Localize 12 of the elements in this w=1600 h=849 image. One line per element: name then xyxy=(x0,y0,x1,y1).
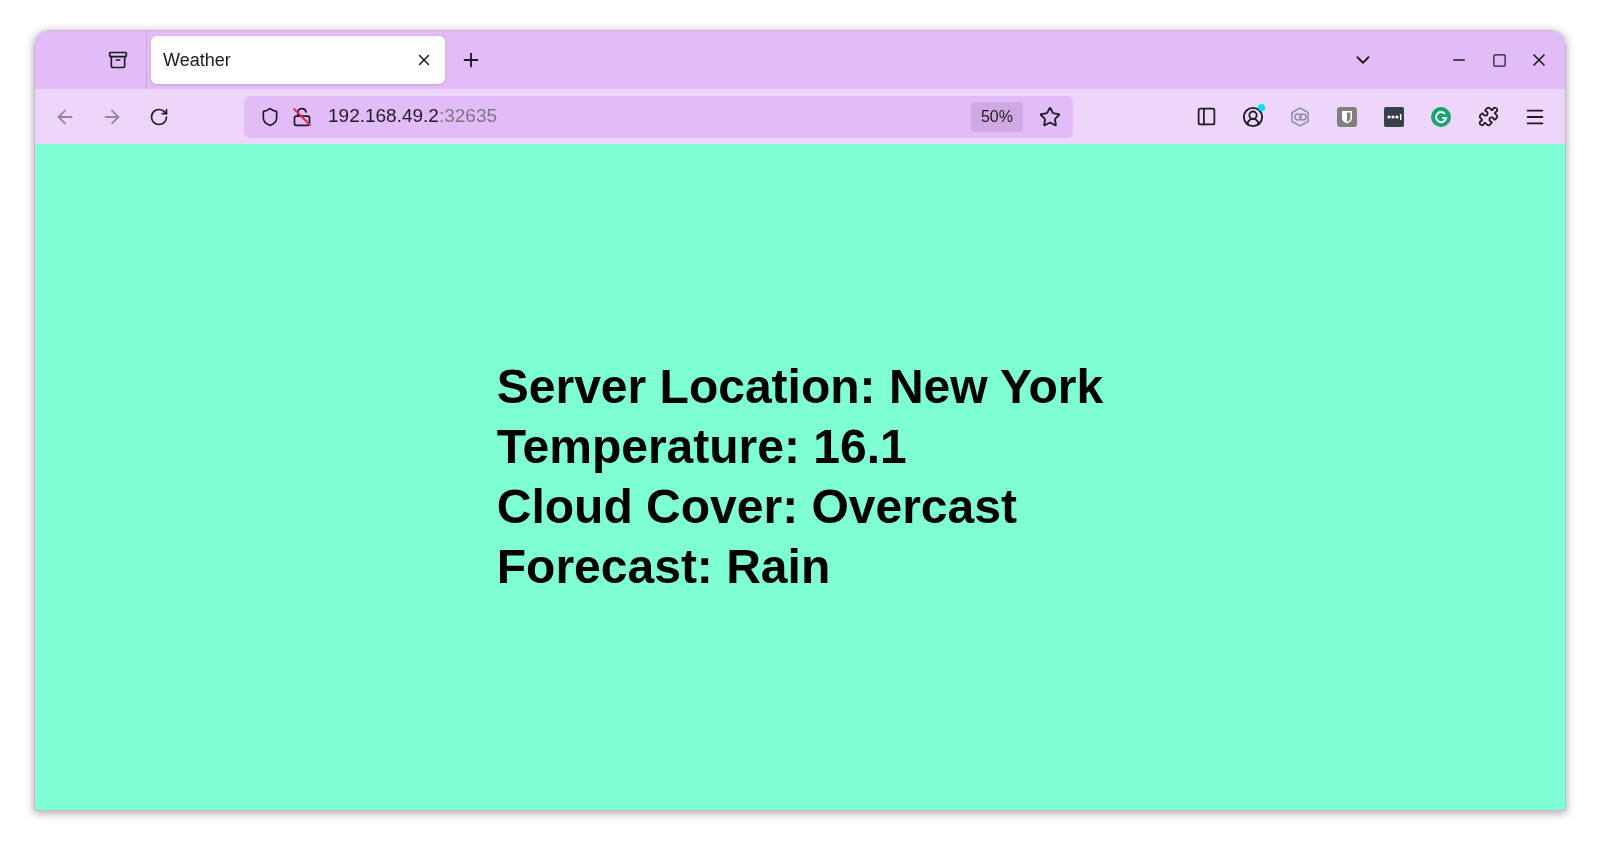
unlocked-lock-icon[interactable] xyxy=(292,106,312,127)
url-text: 192.168.49.2:32635 xyxy=(328,104,499,129)
browser-tab[interactable]: Weather xyxy=(151,36,445,84)
tab-title: Weather xyxy=(163,48,232,72)
shield-icon[interactable] xyxy=(260,106,280,127)
weather-line: Cloud Cover: Overcast xyxy=(496,479,1018,535)
weather-line: Server Location: New York xyxy=(496,359,1104,415)
star-icon[interactable] xyxy=(1039,105,1061,128)
url-field[interactable]: 192.168.49.2:32635 50% xyxy=(244,95,1073,138)
zoom-level-badge[interactable]: 50% xyxy=(970,101,1023,132)
weather-line: Forecast: Rain xyxy=(496,539,832,595)
weather-line: Temperature: 16.1 xyxy=(496,419,908,475)
